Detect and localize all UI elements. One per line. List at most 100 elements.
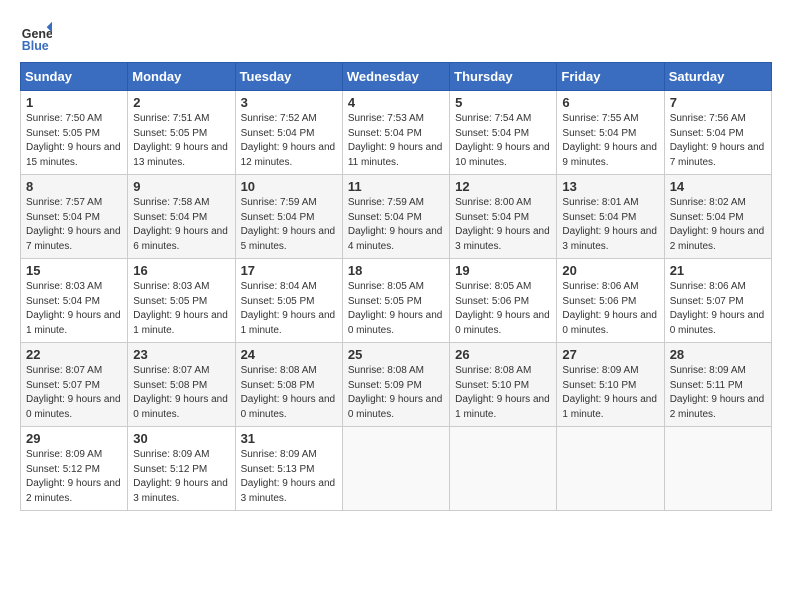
cell-info: Sunrise: 7:55 AMSunset: 5:04 PMDaylight:…	[562, 112, 658, 170]
calendar-cell: 15 Sunrise: 8:03 AMSunset: 5:04 PMDayligh…	[21, 259, 128, 343]
cell-info: Sunrise: 8:03 AMSunset: 5:05 PMDaylight:…	[133, 280, 229, 338]
calendar-cell: 29 Sunrise: 8:09 AMSunset: 5:12 PMDayligh…	[21, 427, 128, 511]
calendar-cell: 14 Sunrise: 8:02 AMSunset: 5:04 PMDayligh…	[664, 175, 771, 259]
calendar-cell: 10 Sunrise: 7:59 AMSunset: 5:04 PMDayligh…	[235, 175, 342, 259]
calendar-cell: 21Sunrise: 8:06 AMSunset: 5:07 PMDayligh…	[664, 259, 771, 343]
logo-icon: General Blue	[20, 20, 52, 52]
cell-info: Sunrise: 8:07 AMSunset: 5:07 PMDaylight:…	[26, 364, 122, 422]
day-number: 16	[133, 263, 229, 278]
calendar-header-row: SundayMondayTuesdayWednesdayThursdayFrid…	[21, 63, 772, 91]
calendar-cell: 28 Sunrise: 8:09 AMSunset: 5:11 PMDayligh…	[664, 343, 771, 427]
cell-info: Sunrise: 8:05 AMSunset: 5:06 PMDaylight:…	[455, 280, 551, 338]
day-header-monday: Monday	[128, 63, 235, 91]
day-number: 6	[562, 95, 658, 110]
cell-info: Sunrise: 7:54 AMSunset: 5:04 PMDaylight:…	[455, 112, 551, 170]
calendar-cell	[450, 427, 557, 511]
calendar-cell: 27 Sunrise: 8:09 AMSunset: 5:10 PMDayligh…	[557, 343, 664, 427]
day-number: 13	[562, 179, 658, 194]
day-header-saturday: Saturday	[664, 63, 771, 91]
calendar-cell: 20 Sunrise: 8:06 AMSunset: 5:06 PMDayligh…	[557, 259, 664, 343]
cell-info: Sunrise: 7:57 AMSunset: 5:04 PMDaylight:…	[26, 196, 122, 254]
calendar-cell: 31Sunrise: 8:09 AMSunset: 5:13 PMDayligh…	[235, 427, 342, 511]
calendar-table: SundayMondayTuesdayWednesdayThursdayFrid…	[20, 62, 772, 511]
calendar-cell: 3 Sunrise: 7:52 AMSunset: 5:04 PMDaylight…	[235, 91, 342, 175]
week-row-2: 8 Sunrise: 7:57 AMSunset: 5:04 PMDaylight…	[21, 175, 772, 259]
day-number: 3	[241, 95, 337, 110]
cell-info: Sunrise: 8:02 AMSunset: 5:04 PMDaylight:…	[670, 196, 766, 254]
day-number: 2	[133, 95, 229, 110]
day-number: 17	[241, 263, 337, 278]
day-number: 11	[348, 179, 444, 194]
cell-info: Sunrise: 8:08 AMSunset: 5:09 PMDaylight:…	[348, 364, 444, 422]
calendar-cell: 19 Sunrise: 8:05 AMSunset: 5:06 PMDayligh…	[450, 259, 557, 343]
day-number: 10	[241, 179, 337, 194]
calendar-cell: 22 Sunrise: 8:07 AMSunset: 5:07 PMDayligh…	[21, 343, 128, 427]
calendar-cell: 8 Sunrise: 7:57 AMSunset: 5:04 PMDaylight…	[21, 175, 128, 259]
calendar-cell: 2Sunrise: 7:51 AMSunset: 5:05 PMDaylight…	[128, 91, 235, 175]
cell-info: Sunrise: 8:04 AMSunset: 5:05 PMDaylight:…	[241, 280, 337, 338]
day-number: 14	[670, 179, 766, 194]
cell-info: Sunrise: 8:06 AMSunset: 5:06 PMDaylight:…	[562, 280, 658, 338]
cell-info: Sunrise: 8:03 AMSunset: 5:04 PMDaylight:…	[26, 280, 122, 338]
day-number: 1	[26, 95, 122, 110]
day-number: 5	[455, 95, 551, 110]
week-row-3: 15 Sunrise: 8:03 AMSunset: 5:04 PMDayligh…	[21, 259, 772, 343]
cell-info: Sunrise: 8:09 AMSunset: 5:11 PMDaylight:…	[670, 364, 766, 422]
day-number: 4	[348, 95, 444, 110]
day-number: 25	[348, 347, 444, 362]
calendar-cell: 9Sunrise: 7:58 AMSunset: 5:04 PMDaylight…	[128, 175, 235, 259]
logo: General Blue	[20, 20, 52, 52]
cell-info: Sunrise: 7:59 AMSunset: 5:04 PMDaylight:…	[241, 196, 337, 254]
day-number: 22	[26, 347, 122, 362]
day-number: 19	[455, 263, 551, 278]
calendar-cell: 16 Sunrise: 8:03 AMSunset: 5:05 PMDayligh…	[128, 259, 235, 343]
day-number: 9	[133, 179, 229, 194]
calendar-cell: 5 Sunrise: 7:54 AMSunset: 5:04 PMDaylight…	[450, 91, 557, 175]
cell-info: Sunrise: 7:50 AMSunset: 5:05 PMDaylight:…	[26, 112, 122, 170]
cell-info: Sunrise: 7:56 AMSunset: 5:04 PMDaylight:…	[670, 112, 766, 170]
day-number: 27	[562, 347, 658, 362]
day-number: 28	[670, 347, 766, 362]
calendar-cell	[342, 427, 449, 511]
svg-text:Blue: Blue	[22, 39, 49, 52]
day-number: 23	[133, 347, 229, 362]
day-number: 18	[348, 263, 444, 278]
week-row-5: 29 Sunrise: 8:09 AMSunset: 5:12 PMDayligh…	[21, 427, 772, 511]
calendar-cell: 6 Sunrise: 7:55 AMSunset: 5:04 PMDaylight…	[557, 91, 664, 175]
calendar-cell: 11 Sunrise: 7:59 AMSunset: 5:04 PMDayligh…	[342, 175, 449, 259]
cell-info: Sunrise: 8:09 AMSunset: 5:12 PMDaylight:…	[133, 448, 229, 506]
cell-info: Sunrise: 8:08 AMSunset: 5:08 PMDaylight:…	[241, 364, 337, 422]
calendar-cell	[664, 427, 771, 511]
day-number: 12	[455, 179, 551, 194]
calendar-cell: 17 Sunrise: 8:04 AMSunset: 5:05 PMDayligh…	[235, 259, 342, 343]
cell-info: Sunrise: 8:09 AMSunset: 5:13 PMDaylight:…	[241, 448, 337, 506]
calendar-cell: 23 Sunrise: 8:07 AMSunset: 5:08 PMDayligh…	[128, 343, 235, 427]
cell-info: Sunrise: 7:59 AMSunset: 5:04 PMDaylight:…	[348, 196, 444, 254]
day-number: 20	[562, 263, 658, 278]
day-number: 8	[26, 179, 122, 194]
cell-info: Sunrise: 8:07 AMSunset: 5:08 PMDaylight:…	[133, 364, 229, 422]
cell-info: Sunrise: 7:52 AMSunset: 5:04 PMDaylight:…	[241, 112, 337, 170]
cell-info: Sunrise: 8:09 AMSunset: 5:12 PMDaylight:…	[26, 448, 122, 506]
calendar-cell: 4Sunrise: 7:53 AMSunset: 5:04 PMDaylight…	[342, 91, 449, 175]
day-number: 26	[455, 347, 551, 362]
page-header: General Blue	[20, 20, 772, 52]
day-header-sunday: Sunday	[21, 63, 128, 91]
day-number: 15	[26, 263, 122, 278]
day-header-friday: Friday	[557, 63, 664, 91]
calendar-cell: 25 Sunrise: 8:08 AMSunset: 5:09 PMDayligh…	[342, 343, 449, 427]
week-row-4: 22 Sunrise: 8:07 AMSunset: 5:07 PMDayligh…	[21, 343, 772, 427]
calendar-cell: 1 Sunrise: 7:50 AMSunset: 5:05 PMDaylight…	[21, 91, 128, 175]
calendar-cell: 26Sunrise: 8:08 AMSunset: 5:10 PMDayligh…	[450, 343, 557, 427]
day-number: 29	[26, 431, 122, 446]
cell-info: Sunrise: 8:00 AMSunset: 5:04 PMDaylight:…	[455, 196, 551, 254]
calendar-body: 1 Sunrise: 7:50 AMSunset: 5:05 PMDaylight…	[21, 91, 772, 511]
day-header-tuesday: Tuesday	[235, 63, 342, 91]
day-number: 7	[670, 95, 766, 110]
cell-info: Sunrise: 8:09 AMSunset: 5:10 PMDaylight:…	[562, 364, 658, 422]
calendar-cell: 30Sunrise: 8:09 AMSunset: 5:12 PMDayligh…	[128, 427, 235, 511]
cell-info: Sunrise: 8:01 AMSunset: 5:04 PMDaylight:…	[562, 196, 658, 254]
calendar-cell	[557, 427, 664, 511]
week-row-1: 1 Sunrise: 7:50 AMSunset: 5:05 PMDaylight…	[21, 91, 772, 175]
day-header-wednesday: Wednesday	[342, 63, 449, 91]
